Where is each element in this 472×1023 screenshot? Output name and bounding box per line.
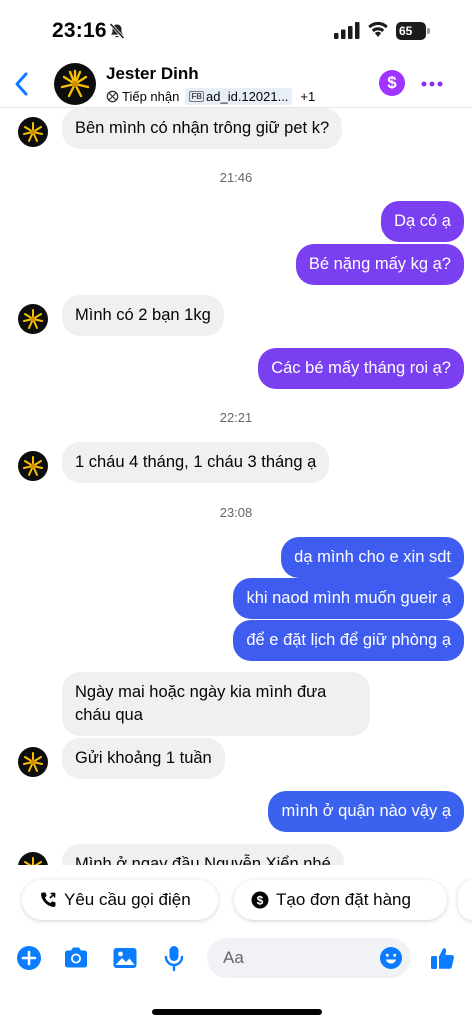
message-bubble-incoming[interactable]: Bên mình có nhận trông giữ pet k? — [62, 108, 343, 149]
flower-avatar-image — [60, 69, 90, 98]
message-input-field[interactable] — [207, 938, 411, 978]
flower-avatar-image — [23, 122, 43, 142]
back-arrow-icon[interactable] — [10, 68, 34, 100]
flower-avatar-image — [24, 857, 42, 865]
flower-avatar-image — [23, 752, 43, 772]
status-time: 23:16 — [52, 19, 107, 42]
next-chip-partial[interactable] — [458, 880, 472, 920]
wifi-icon — [368, 21, 388, 37]
contact-name[interactable]: Jester Dinh — [106, 64, 199, 84]
time-separator: 21:46 — [219, 170, 253, 185]
sender-avatar[interactable] — [18, 852, 48, 865]
phone-icon — [41, 892, 56, 907]
image-icon[interactable] — [111, 944, 139, 972]
message-bubble-incoming[interactable]: Mình ở ngay đầu Nguyễn Xiển nhé — [62, 844, 344, 865]
dollar-circle-icon: $ — [251, 891, 269, 909]
message-composer — [0, 932, 472, 984]
ad-id-chip[interactable]: FB ad_id.12021... — [185, 87, 293, 105]
message-input[interactable] — [223, 947, 373, 969]
time-separator: 23:08 — [219, 505, 253, 520]
create-order-label: Tạo đơn đặt hàng — [276, 890, 411, 909]
message-bubble-outgoing[interactable]: khi naod mình muốn gueir ạ — [233, 578, 464, 619]
extra-tag-count[interactable]: +1 — [300, 89, 315, 104]
message-bubble-outgoing[interactable]: để e đặt lịch để giữ phòng ạ — [233, 620, 464, 661]
ad-id-label: ad_id.12021... — [206, 88, 289, 104]
sender-avatar[interactable] — [18, 117, 48, 147]
contact-subtitle-row: Tiếp nhận FB ad_id.12021... +1 — [106, 87, 315, 105]
dollar-icon[interactable]: $ — [379, 70, 405, 96]
home-indicator — [152, 1009, 322, 1015]
request-call-label: Yêu cầu gọi điện — [64, 890, 191, 909]
message-bubble-outgoing[interactable]: Dạ có ạ — [381, 201, 464, 242]
cellular-signal-icon — [334, 22, 360, 39]
camera-icon[interactable] — [62, 944, 90, 972]
battery-indicator: 65 — [396, 22, 430, 40]
status-bar: 23:16 65 — [0, 0, 472, 60]
microphone-icon[interactable] — [160, 944, 188, 972]
message-list[interactable]: Bên mình có nhận trông giữ pet k? 21:46 … — [0, 108, 472, 865]
sender-avatar[interactable] — [18, 747, 48, 777]
status-label: Tiếp nhận — [122, 88, 180, 104]
request-call-chip[interactable]: Yêu cầu gọi điện — [22, 880, 218, 920]
flower-avatar-image — [23, 309, 43, 329]
message-bubble-outgoing[interactable]: Bé nặng mấy kg ạ? — [295, 244, 464, 285]
message-bubble-incoming[interactable]: Ngày mai hoặc ngày kia mình đưa cháu qua — [62, 672, 370, 736]
chat-header: Jester Dinh Tiếp nhận FB ad_id.12021... … — [0, 60, 472, 108]
battery-cap — [427, 28, 430, 34]
time-separator: 22:21 — [219, 410, 253, 425]
message-bubble-outgoing[interactable]: Các bé mấy tháng roi ạ? — [258, 348, 464, 389]
contact-avatar[interactable] — [54, 63, 96, 105]
message-bubble-incoming[interactable]: Mình có 2 bạn 1kg — [62, 295, 224, 336]
message-bubble-incoming[interactable]: Gửi khoảng 1 tuần — [62, 738, 225, 779]
fb-badge: FB — [189, 90, 205, 102]
more-icon[interactable] — [420, 72, 444, 96]
svg-text:$: $ — [257, 893, 264, 907]
create-order-chip[interactable]: $ Tạo đơn đặt hàng — [234, 880, 447, 920]
message-bubble-outgoing[interactable]: mình ở quận nào vậy ạ — [268, 791, 464, 832]
bell-off-icon — [109, 22, 125, 40]
battery-level: 65 — [396, 22, 426, 40]
plus-icon[interactable] — [15, 944, 43, 972]
emoji-icon[interactable] — [379, 946, 403, 970]
message-bubble-outgoing[interactable]: dạ mình cho e xin sdt — [281, 537, 464, 578]
quick-reply-row: Yêu cầu gọi điện $ Tạo đơn đặt hàng — [0, 876, 472, 924]
like-icon[interactable] — [429, 944, 457, 972]
receive-icon — [106, 90, 119, 102]
sender-avatar[interactable] — [18, 304, 48, 334]
sender-avatar[interactable] — [18, 451, 48, 481]
message-bubble-incoming[interactable]: 1 cháu 4 tháng, 1 cháu 3 tháng ạ — [62, 442, 330, 483]
flower-avatar-image — [23, 456, 43, 476]
